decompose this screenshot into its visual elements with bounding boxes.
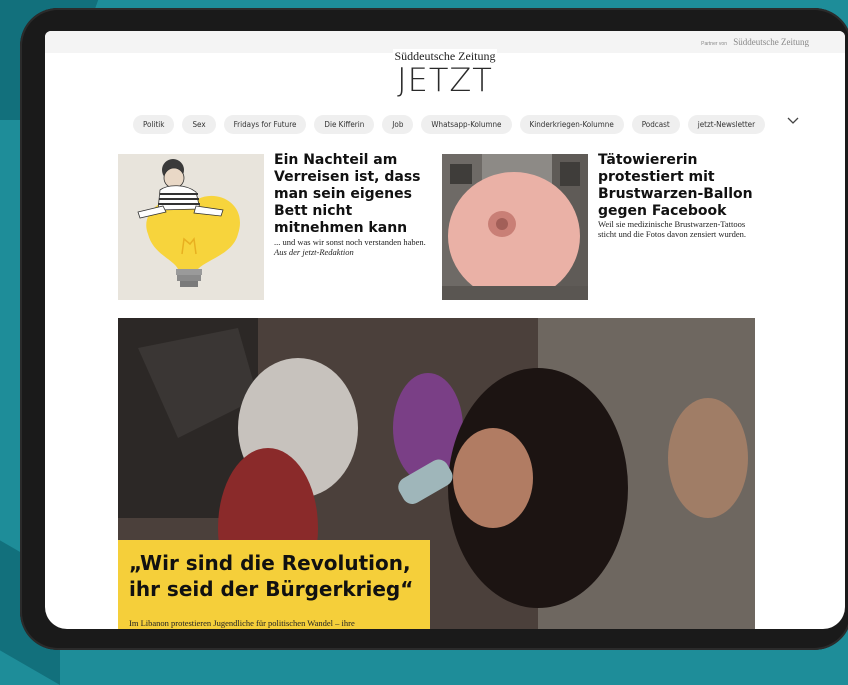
- lightbulb-illustration: [118, 154, 264, 300]
- teaser-image-balloon[interactable]: [442, 154, 588, 300]
- teaser-text: Weil sie medizinische Brustwarzen-Tattoo…: [598, 219, 747, 239]
- nav-item-podcast[interactable]: Podcast: [631, 115, 680, 134]
- nav-item-sex[interactable]: Sex: [182, 115, 216, 134]
- teaser-byline: Aus der jetzt-Redaktion: [274, 247, 354, 257]
- nav-item-whatsapp-kolumne[interactable]: Whatsapp-Kolumne: [421, 115, 512, 134]
- partner-name: Süddeutsche Zeitung: [733, 37, 809, 47]
- site-title[interactable]: JETZT: [45, 61, 845, 99]
- teaser-text: ... und was wir sonst noch verstanden ha…: [274, 237, 434, 257]
- nav-item-kinderkriegen-kolumne[interactable]: Kinderkriegen-Kolumne: [519, 115, 624, 134]
- teaser-image-lightbulb[interactable]: [118, 154, 264, 300]
- teaser-title[interactable]: Tätowiererin protestiert mit Brustwarzen…: [598, 152, 768, 220]
- teaser-title[interactable]: Ein Nachteil am Verreisen ist, dass man …: [274, 152, 439, 237]
- nav-item-die-kifferin[interactable]: Die Kifferin: [314, 115, 375, 134]
- nav-item-job[interactable]: Job: [382, 115, 414, 134]
- hero-text: Im Libanon protestieren Jugendliche für …: [129, 618, 355, 628]
- partner-link[interactable]: Partner von Süddeutsche Zeitung: [701, 37, 809, 47]
- chevron-down-icon[interactable]: [786, 113, 800, 127]
- nav-item-newsletter[interactable]: jetzt-Newsletter: [687, 115, 766, 134]
- category-nav: Politik Sex Fridays for Future Die Kiffe…: [133, 115, 766, 134]
- hero-title[interactable]: „Wir sind die Revolution, ihr seid der B…: [129, 550, 429, 602]
- partner-prefix: Partner von: [701, 41, 727, 47]
- hero-article[interactable]: „Wir sind die Revolution, ihr seid der B…: [118, 318, 755, 629]
- teaser-text-body: ... und was wir sonst noch verstanden ha…: [274, 237, 426, 247]
- nav-item-politik[interactable]: Politik: [133, 115, 175, 134]
- browser-screen: Partner von Süddeutsche Zeitung Süddeuts…: [45, 31, 845, 629]
- nav-item-fridays-for-future[interactable]: Fridays for Future: [223, 115, 307, 134]
- balloon-photo: [442, 154, 588, 300]
